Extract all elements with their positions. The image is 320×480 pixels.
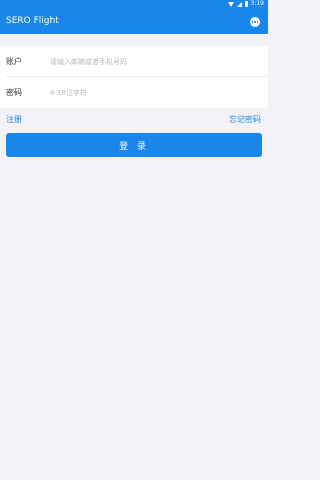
status-icons: 3:19 bbox=[227, 0, 264, 8]
battery-icon bbox=[244, 1, 248, 7]
status-time: 3:19 bbox=[250, 0, 264, 7]
password-row: 密码 bbox=[0, 77, 268, 108]
login-button-label: 登 录 bbox=[119, 141, 149, 152]
more-options-button[interactable] bbox=[250, 17, 260, 27]
account-label: 账户 bbox=[6, 57, 22, 66]
password-input[interactable] bbox=[50, 85, 250, 100]
login-button[interactable]: 登 录 bbox=[6, 133, 262, 157]
account-input[interactable] bbox=[50, 54, 250, 69]
signal-icon bbox=[236, 1, 242, 7]
wifi-icon bbox=[227, 1, 234, 7]
login-form: 账户 密码 bbox=[0, 46, 268, 108]
more-horizontal-icon bbox=[251, 21, 259, 23]
status-bar: 3:19 bbox=[0, 0, 268, 8]
password-label: 密码 bbox=[6, 88, 22, 97]
app-title: SERO Flight bbox=[6, 16, 59, 26]
register-link[interactable]: 注册 bbox=[6, 114, 22, 125]
forgot-password-link[interactable]: 忘记密码 bbox=[229, 114, 261, 125]
app-bar: SERO Flight bbox=[0, 8, 268, 34]
account-row: 账户 bbox=[0, 46, 268, 77]
